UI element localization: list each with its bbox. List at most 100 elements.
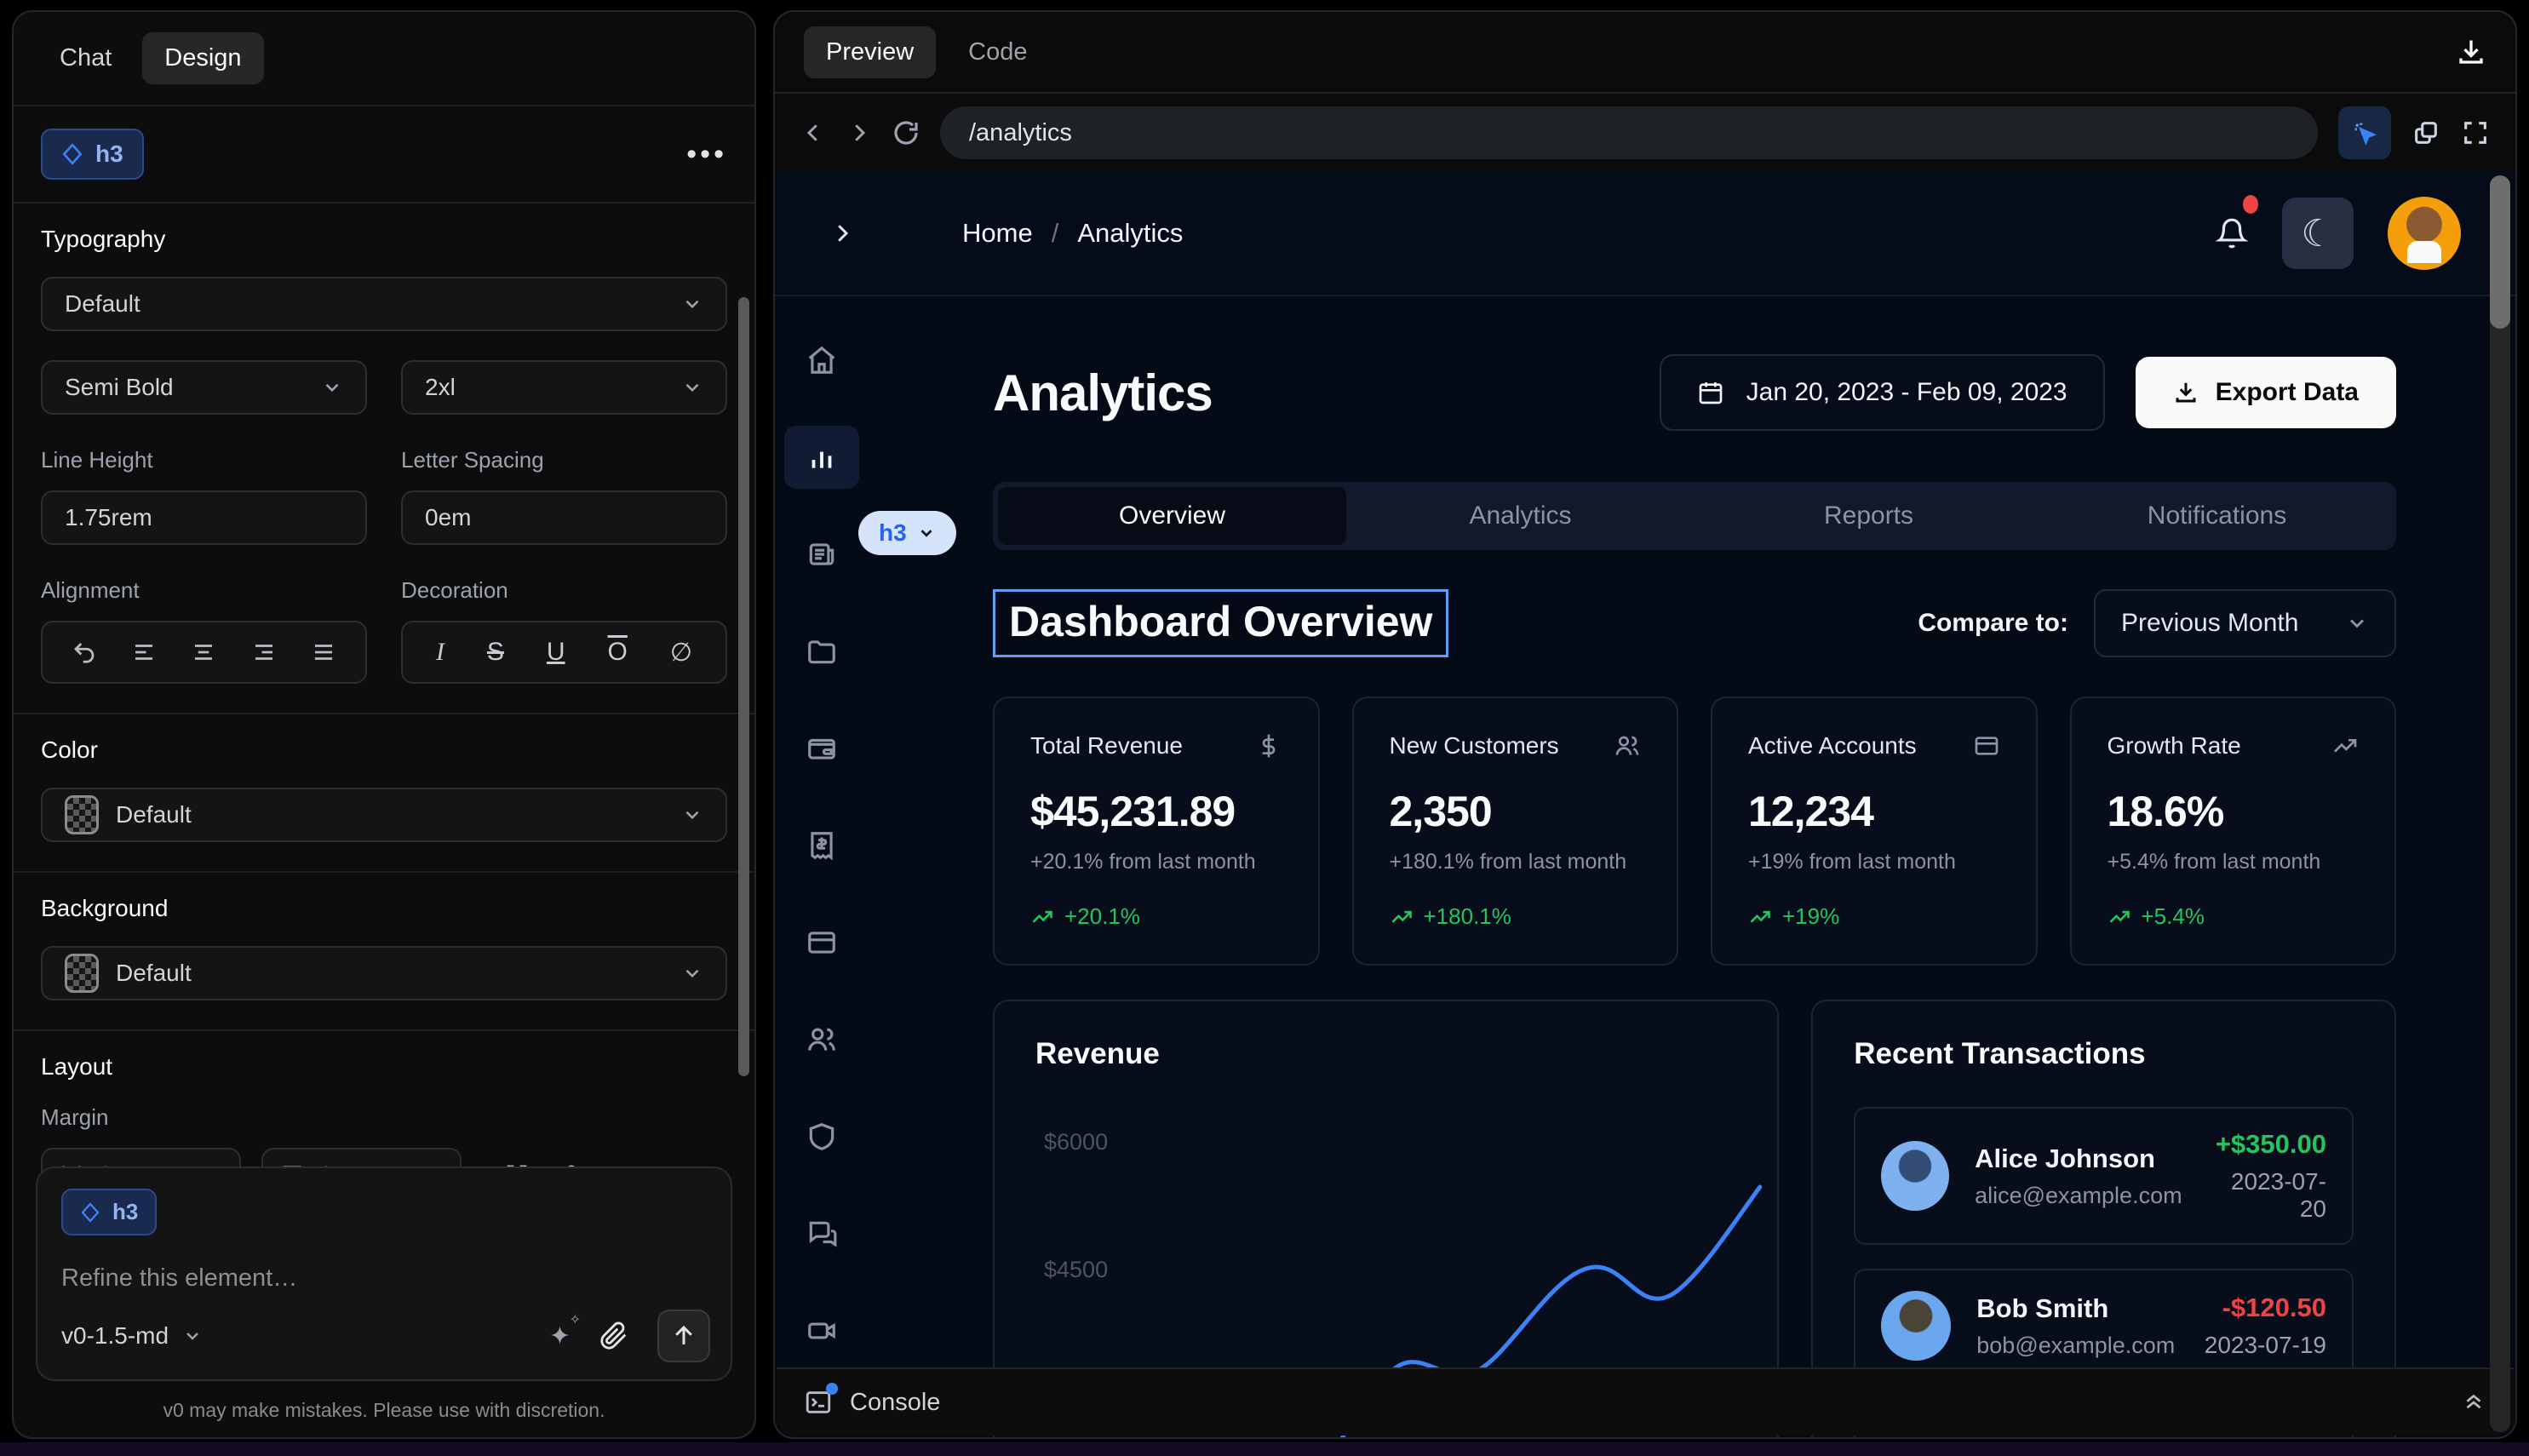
align-justify-icon[interactable]: [311, 639, 336, 665]
rail-news-icon[interactable]: [784, 523, 859, 586]
reset-alignment-icon[interactable]: [72, 639, 97, 665]
rail-card-icon[interactable]: [784, 911, 859, 974]
rail-home-icon[interactable]: [784, 329, 859, 392]
color-select[interactable]: Default: [41, 788, 727, 842]
tab-design[interactable]: Design: [142, 32, 263, 84]
moon-icon: ☾: [2301, 212, 2334, 255]
sidebar-toggle-icon[interactable]: [829, 221, 855, 246]
forward-icon[interactable]: [846, 120, 872, 146]
strikethrough-icon[interactable]: S: [487, 638, 504, 667]
tab-chat[interactable]: Chat: [41, 32, 130, 84]
model-selector[interactable]: v0-1.5-md: [61, 1322, 203, 1350]
trending-up-icon: [1748, 905, 1772, 929]
letter-spacing-label: Letter Spacing: [401, 447, 727, 473]
download-icon: [2173, 380, 2199, 405]
back-icon[interactable]: [800, 120, 826, 146]
expand-console-icon[interactable]: [2461, 1390, 2486, 1415]
trending-up-icon: [2331, 732, 2359, 760]
sidebar-scrollbar[interactable]: [738, 297, 749, 1076]
rail-folder-icon[interactable]: [784, 620, 859, 683]
background-select[interactable]: Default: [41, 946, 727, 1000]
app-preview-viewport: Home / Analytics ☾: [775, 172, 2515, 1437]
letter-spacing-input[interactable]: 0em: [401, 490, 727, 545]
overline-icon[interactable]: O: [608, 638, 628, 667]
underline-icon[interactable]: U: [547, 638, 565, 667]
transaction-row[interactable]: Bob Smith bob@example.com -$120.50 2023-…: [1854, 1269, 2354, 1383]
refine-input[interactable]: Refine this element…: [61, 1264, 707, 1293]
download-icon[interactable]: [2456, 37, 2486, 67]
rail-analytics-icon[interactable]: [784, 426, 859, 489]
chevron-down-icon: [681, 376, 703, 398]
font-family-select[interactable]: Default: [41, 277, 727, 331]
chevron-down-icon: [2345, 611, 2369, 635]
console-bar[interactable]: Console: [777, 1367, 2514, 1436]
rail-users-icon[interactable]: [784, 1008, 859, 1071]
console-badge-dot: [826, 1383, 838, 1395]
breadcrumb: Home / Analytics: [962, 218, 1183, 249]
dashboard-tabs: Overview Analytics Reports Notifications: [993, 482, 2396, 550]
more-options-button[interactable]: •••: [686, 138, 727, 171]
scrollbar-thumb[interactable]: [2490, 175, 2510, 329]
font-weight-select[interactable]: Semi Bold: [41, 360, 367, 415]
transaction-date: 2023-07-20: [2208, 1168, 2326, 1223]
stat-card-growth-rate: Growth Rate 18.6% +5.4% from last month …: [2070, 696, 2397, 966]
align-left-icon[interactable]: [131, 639, 157, 665]
align-right-icon[interactable]: [251, 639, 277, 665]
dark-mode-toggle[interactable]: ☾: [2282, 198, 2354, 269]
line-height-input[interactable]: 1.75rem: [41, 490, 367, 545]
tab-preview[interactable]: Preview: [804, 26, 936, 78]
breadcrumb-home[interactable]: Home: [962, 218, 1033, 249]
chevron-down-icon: [182, 1326, 203, 1346]
bottom-edge-strip: [0, 1442, 2529, 1456]
send-button[interactable]: [657, 1310, 710, 1362]
notification-dot: [2243, 195, 2258, 214]
export-data-button[interactable]: Export Data: [2136, 357, 2396, 428]
tab-code[interactable]: Code: [949, 26, 1046, 78]
notifications-bell-icon[interactable]: [2216, 217, 2248, 249]
layout-section-label: Layout: [41, 1053, 727, 1081]
copy-icon[interactable]: [2411, 118, 2440, 147]
select-element-tool[interactable]: [2338, 106, 2391, 159]
users-icon: [1614, 732, 1641, 760]
sparkles-icon[interactable]: ✦✧: [549, 1321, 571, 1351]
transaction-date: 2023-07-19: [2205, 1332, 2326, 1359]
page-title: Analytics: [993, 364, 1213, 422]
selected-element-badge[interactable]: h3: [41, 129, 144, 180]
rail-messages-icon[interactable]: [784, 1202, 859, 1265]
fullscreen-icon[interactable]: [2461, 118, 2490, 147]
stat-cards: Total Revenue $45,231.89 +20.1% from las…: [993, 696, 2396, 966]
rail-video-icon[interactable]: [784, 1299, 859, 1362]
tab-reports[interactable]: Reports: [1695, 487, 2043, 545]
no-decoration-icon[interactable]: ∅: [670, 638, 692, 668]
diamond-icon: [80, 1202, 100, 1223]
trending-up-icon: [1030, 905, 1054, 929]
alignment-label: Alignment: [41, 577, 367, 604]
rail-wallet-icon[interactable]: [784, 717, 859, 780]
rail-shield-icon[interactable]: [784, 1105, 859, 1168]
compare-select[interactable]: Previous Month: [2094, 589, 2396, 657]
preview-scrollbar[interactable]: [2490, 175, 2510, 1432]
rail-receipt-icon[interactable]: [784, 814, 859, 877]
attach-icon[interactable]: [599, 1321, 628, 1350]
line-height-label: Line Height: [41, 447, 367, 473]
url-input[interactable]: /analytics: [940, 106, 2318, 159]
disclaimer-text: v0 may make mistakes. Please use with di…: [14, 1399, 754, 1422]
tab-analytics[interactable]: Analytics: [1346, 487, 1695, 545]
user-avatar[interactable]: [2388, 197, 2461, 270]
align-center-icon[interactable]: [191, 639, 216, 665]
refresh-icon[interactable]: [892, 119, 920, 146]
breadcrumb-current: Analytics: [1077, 218, 1183, 249]
trending-up-icon: [2108, 905, 2131, 929]
selected-heading[interactable]: Dashboard Overview: [993, 589, 1448, 657]
tab-overview[interactable]: Overview: [998, 487, 1346, 545]
typography-section-label: Typography: [41, 226, 727, 253]
transaction-row[interactable]: Alice Johnson alice@example.com +$350.00…: [1854, 1107, 2354, 1245]
italic-icon[interactable]: I: [436, 638, 444, 667]
chat-element-badge[interactable]: h3: [61, 1189, 157, 1235]
transaction-amount: -$120.50: [2205, 1293, 2326, 1323]
chevron-down-icon: [917, 524, 936, 542]
tab-notifications[interactable]: Notifications: [2043, 487, 2391, 545]
inspected-element-chip[interactable]: h3: [858, 511, 956, 555]
date-range-button[interactable]: Jan 20, 2023 - Feb 09, 2023: [1660, 354, 2105, 431]
font-size-select[interactable]: 2xl: [401, 360, 727, 415]
